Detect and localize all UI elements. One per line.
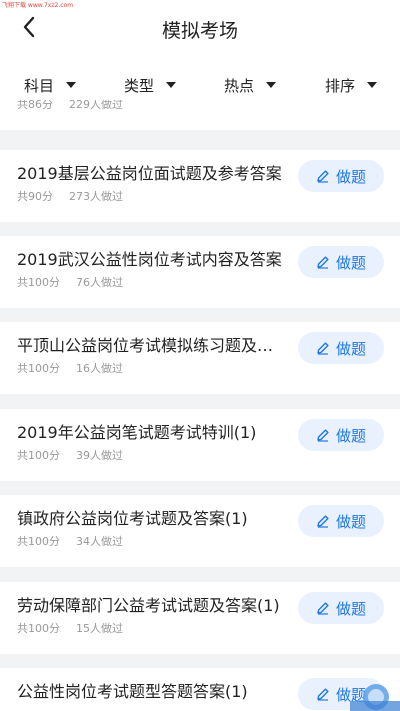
caret-down-icon (266, 82, 277, 88)
filter-type[interactable]: 类型 (124, 74, 177, 96)
caret-down-icon (166, 82, 177, 88)
item-count: 229人做过 (69, 100, 123, 111)
pencil-icon (317, 342, 329, 355)
filter-label: 科目 (24, 76, 55, 95)
filter-subject[interactable]: 科目 (24, 74, 77, 96)
filter-hot[interactable]: 热点 (224, 74, 277, 96)
caret-down-icon (367, 82, 378, 88)
item-meta: 共100分 16人做过 (17, 360, 123, 376)
item-meta: 共100分 15人做过 (17, 620, 123, 636)
item-count: 273人做过 (69, 190, 123, 203)
item-title: 公益性岗位考试题型答题答案(1) (17, 682, 248, 701)
filter-label: 热点 (224, 76, 255, 95)
item-title: 镇政府公益岗位考试题及答案(1) (17, 509, 248, 528)
filter-label: 类型 (124, 76, 155, 95)
item-meta (17, 706, 33, 711)
pencil-icon (317, 688, 329, 701)
do-exam-button[interactable]: 做题 (298, 592, 384, 624)
do-exam-label: 做题 (335, 426, 366, 445)
item-score: 共100分 (17, 276, 60, 289)
item-score: 共86分 (17, 100, 53, 111)
filter-label: 排序 (325, 76, 356, 95)
do-exam-label: 做题 (335, 512, 366, 531)
item-title: 2019年公益岗笔试题考试特训(1) (17, 423, 257, 442)
list-item[interactable]: 2019基层公益岗位面试题及参考答案 共90分 273人做过 做题 (0, 150, 400, 222)
item-score: 共100分 (17, 362, 60, 375)
page-title: 模拟考场 (161, 20, 238, 42)
item-score: 共100分 (17, 449, 60, 462)
pencil-icon (317, 515, 329, 528)
item-title: 平顶山公益岗位考试模拟练习题及答案 (17, 336, 287, 355)
list-item[interactable]: 镇政府公益岗位考试题及答案(1) 共100分 34人做过 做题 (0, 495, 400, 567)
do-exam-button[interactable]: 做题 (298, 160, 384, 192)
caret-down-icon (66, 82, 77, 88)
item-title: 劳动保障部门公益考试试题及答案(1) (17, 596, 280, 615)
item-count: 34人做过 (76, 535, 123, 548)
do-exam-button[interactable]: 做题 (298, 332, 384, 364)
item-title: 2019基层公益岗位面试题及参考答案 (17, 164, 282, 183)
item-count: 39人做过 (76, 449, 123, 462)
item-count: 16人做过 (76, 362, 123, 375)
item-count: 15人做过 (76, 622, 123, 635)
list-item[interactable]: 2019年公益岗笔试题考试特训(1) 共100分 39人做过 做题 (0, 409, 400, 481)
do-exam-button[interactable]: 做题 (298, 505, 384, 537)
item-count: 76人做过 (76, 276, 123, 289)
item-meta: 共100分 76人做过 (17, 274, 123, 290)
pencil-icon (317, 256, 329, 269)
item-score: 共100分 (17, 622, 60, 635)
do-exam-label: 做题 (335, 253, 366, 272)
item-title: 2019武汉公益性岗位考试内容及答案 (17, 250, 282, 269)
filter-sort[interactable]: 排序 (325, 74, 378, 96)
do-exam-button[interactable]: 做题 (298, 419, 384, 451)
do-exam-label: 做题 (335, 167, 366, 186)
item-meta: 共90分 273人做过 (17, 188, 123, 204)
item-meta: 共100分 34人做过 (17, 533, 123, 549)
item-score: 共90分 (17, 190, 53, 203)
item-meta: 共100分 39人做过 (17, 447, 123, 463)
pencil-icon (317, 170, 329, 183)
list-item[interactable]: 2019武汉公益性岗位考试内容及答案 共100分 76人做过 做题 (0, 236, 400, 308)
item-score: 共100分 (17, 535, 60, 548)
list-item[interactable]: 劳动保障部门公益考试试题及答案(1) 共100分 15人做过 做题 (0, 582, 400, 654)
pencil-icon (317, 429, 329, 442)
pencil-icon (317, 602, 329, 615)
item-meta: 共86分 229人做过 (17, 100, 123, 112)
do-exam-button[interactable]: 做题 (298, 246, 384, 278)
do-exam-label: 做题 (335, 339, 366, 358)
list-item[interactable]: 共86分229人做过 做题 (0, 100, 400, 130)
do-exam-label: 做题 (335, 599, 366, 618)
corner-logo-icon (350, 684, 400, 711)
exam-list: 共86分 229人做过 做题 2019基层公益岗位面试题及参考答案 共90分 273… (0, 100, 400, 711)
watermark: 飞翔下载 www.7xz2.com (2, 2, 74, 9)
list-item[interactable]: 平顶山公益岗位考试模拟练习题及答案 共100分 16人做过 做题 (0, 322, 400, 394)
